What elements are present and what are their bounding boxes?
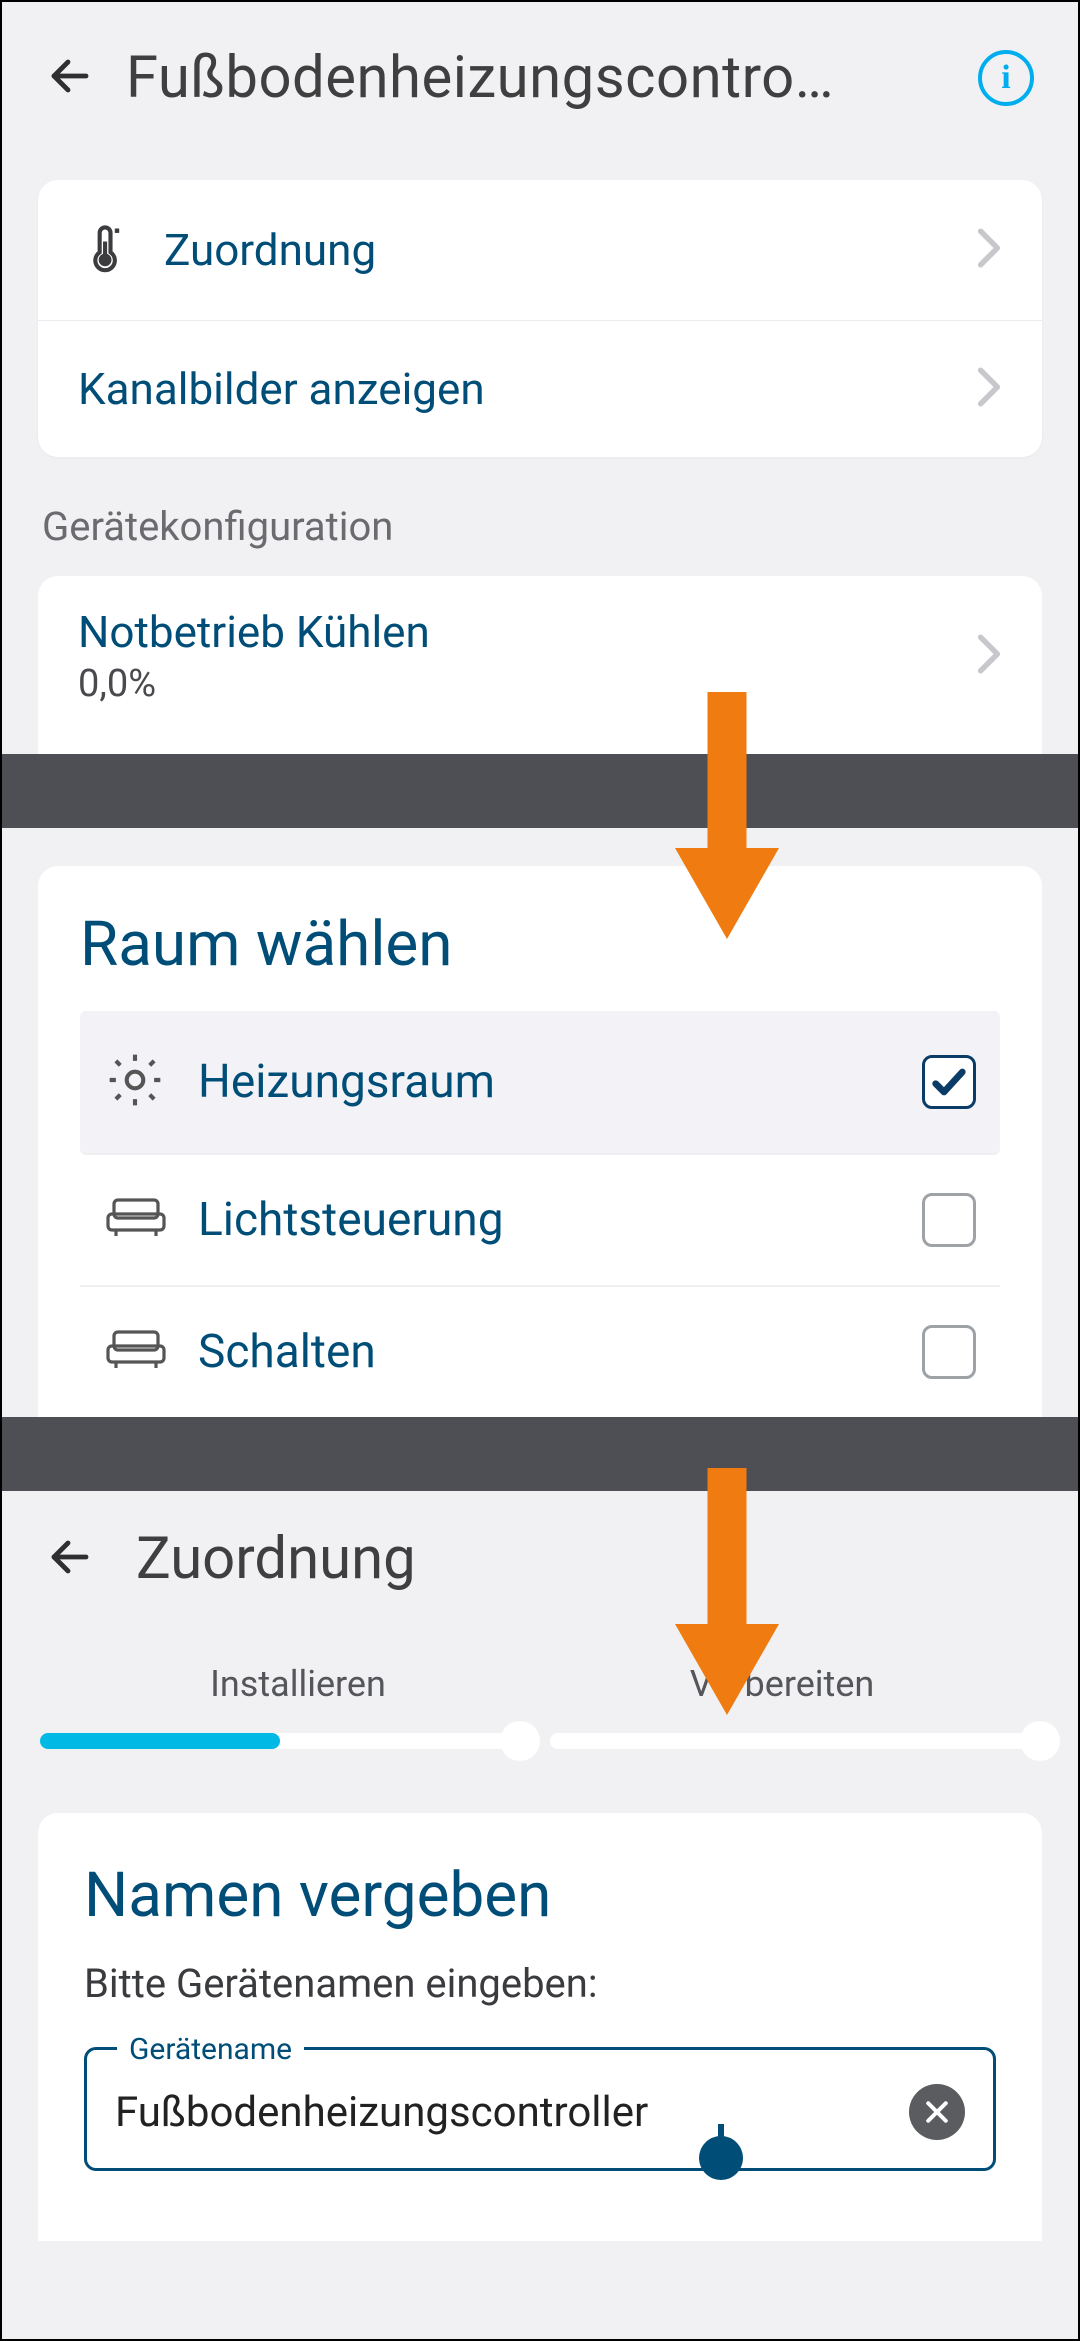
row-kanalbilder[interactable]: Kanalbilder anzeigen xyxy=(38,321,1042,457)
clear-input-icon[interactable] xyxy=(909,2084,965,2140)
panel-device-settings: Fußbodenheizungscontro… i Zuordnung Kana… xyxy=(2,2,1078,754)
sofa-icon xyxy=(104,1194,174,1246)
back-arrow-icon[interactable] xyxy=(46,52,94,104)
room-label: Lichtsteuerung xyxy=(198,1193,922,1247)
name-assign-heading: Namen vergeben xyxy=(84,1859,996,1932)
row-zuordnung-label: Zuordnung xyxy=(164,224,976,276)
field-legend: Gerätename xyxy=(117,2032,304,2067)
text-cursor-handle-icon[interactable] xyxy=(699,2136,743,2180)
separator-bar xyxy=(2,1417,1078,1491)
step-label-install: Installieren xyxy=(56,1663,540,1705)
room-item-heizungsraum[interactable]: Heizungsraum xyxy=(80,1011,1000,1155)
chevron-right-icon xyxy=(976,227,1002,273)
room-item-lichtsteuerung[interactable]: Lichtsteuerung xyxy=(80,1155,1000,1287)
card-name-assign: Namen vergeben Bitte Gerätenamen eingebe… xyxy=(38,1813,1042,2241)
page-title: Fußbodenheizungscontro… xyxy=(126,44,946,112)
sofa-icon xyxy=(104,1326,174,1378)
progress-stepper: Installieren Vorbereiten xyxy=(2,1633,1078,1797)
step-dot xyxy=(500,1721,540,1761)
chevron-right-icon xyxy=(976,366,1002,412)
notbetrieb-value: 0,0% xyxy=(78,662,976,706)
panel-zuordnung-wizard: Zuordnung Installieren Vorbereiten Namen… xyxy=(2,1491,1078,2241)
room-item-schalten[interactable]: Schalten xyxy=(80,1287,1000,1417)
row-notbetrieb[interactable]: Notbetrieb Kühlen 0,0% xyxy=(38,576,1042,754)
checkbox-unchecked[interactable] xyxy=(922,1325,976,1379)
room-label: Heizungsraum xyxy=(198,1055,922,1109)
guide-arrow-icon xyxy=(662,692,792,952)
step-dot xyxy=(1020,1721,1060,1761)
progress-fill xyxy=(40,1733,280,1749)
section-label-config: Gerätekonfiguration xyxy=(2,457,1078,564)
header: Fußbodenheizungscontro… i xyxy=(2,2,1078,144)
header: Zuordnung xyxy=(2,1525,1078,1633)
row-zuordnung[interactable]: Zuordnung xyxy=(38,180,1042,321)
guide-arrow-icon xyxy=(662,1468,792,1728)
device-name-input[interactable] xyxy=(115,2088,909,2137)
page-title: Zuordnung xyxy=(136,1525,416,1593)
room-label: Schalten xyxy=(198,1325,922,1379)
progress-track xyxy=(550,1733,1040,1749)
checkbox-unchecked[interactable] xyxy=(922,1193,976,1247)
chevron-right-icon xyxy=(976,633,1002,679)
device-name-field[interactable]: Gerätename xyxy=(84,2047,996,2171)
back-arrow-icon[interactable] xyxy=(46,1533,94,1585)
name-assign-prompt: Bitte Gerätenamen eingeben: xyxy=(84,1960,996,2007)
separator-bar xyxy=(2,754,1078,828)
info-icon[interactable]: i xyxy=(978,50,1034,106)
gear-icon xyxy=(104,1049,174,1115)
room-select-heading: Raum wählen xyxy=(80,908,1000,981)
checkbox-checked[interactable] xyxy=(922,1055,976,1109)
panel-room-select: Raum wählen Heizungsraum Lichtsteuerung … xyxy=(2,828,1078,1417)
thermometer-icon xyxy=(78,222,136,278)
row-kanalbilder-label: Kanalbilder anzeigen xyxy=(78,363,976,415)
notbetrieb-title: Notbetrieb Kühlen xyxy=(78,606,976,658)
card-room-select: Raum wählen Heizungsraum Lichtsteuerung … xyxy=(38,866,1042,1417)
card-zuordnung-group: Zuordnung Kanalbilder anzeigen xyxy=(38,180,1042,457)
